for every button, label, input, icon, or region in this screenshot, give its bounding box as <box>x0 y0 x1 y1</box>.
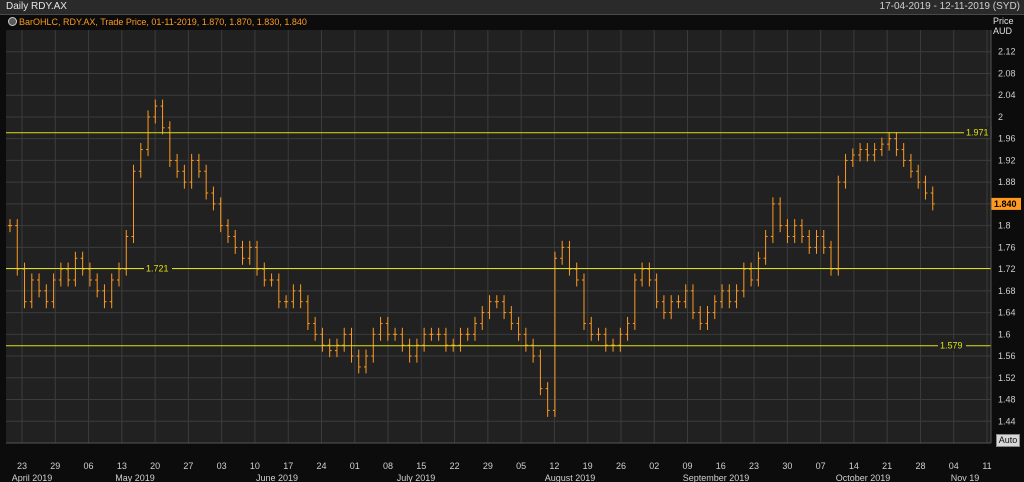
month-label: Nov 19 <box>951 473 980 482</box>
level-label: 1.721 <box>146 264 169 274</box>
x-tick-label: 05 <box>516 461 526 471</box>
x-tick-label: 30 <box>782 461 792 471</box>
x-tick-label: 22 <box>450 461 460 471</box>
y-tick-label: 1.88 <box>998 177 1016 187</box>
month-label: October 2019 <box>836 473 891 482</box>
level-label: 1.971 <box>966 128 989 138</box>
x-tick-label: 26 <box>616 461 626 471</box>
x-tick-label: 15 <box>416 461 426 471</box>
circle-icon[interactable] <box>8 17 17 26</box>
month-label: April 2019 <box>12 473 53 482</box>
x-tick-label: 19 <box>583 461 593 471</box>
y-tick-label: 1.68 <box>998 286 1016 296</box>
x-tick-label: 23 <box>749 461 759 471</box>
x-tick-label: 20 <box>150 461 160 471</box>
window-titlebar: Daily RDY.AX 17-04-2019 - 12-11-2019 (SY… <box>0 0 1024 15</box>
legend-text: BarOHLC, RDY.AX, Trade Price, 01-11-2019… <box>19 17 307 27</box>
date-range: 17-04-2019 - 12-11-2019 (SYD) <box>879 1 1020 12</box>
x-tick-label: 02 <box>649 461 659 471</box>
x-tick-label: 23 <box>17 461 27 471</box>
plot-area <box>6 30 991 443</box>
y-tick-label: 1.6 <box>998 329 1011 339</box>
level-label: 1.579 <box>940 341 963 351</box>
x-tick-label: 04 <box>949 461 959 471</box>
x-tick-label: 01 <box>350 461 360 471</box>
auto-scale-button[interactable]: Auto <box>996 434 1020 447</box>
x-tick-label: 21 <box>882 461 892 471</box>
price-axis-header: Price AUD <box>993 16 1023 36</box>
x-tick-label: 27 <box>183 461 193 471</box>
month-label: September 2019 <box>683 473 750 482</box>
y-tick-label: 1.64 <box>998 308 1016 318</box>
y-tick-label: 2.04 <box>998 90 1016 100</box>
price-axis-unit: AUD <box>993 26 1013 36</box>
month-label: August 2019 <box>545 473 596 482</box>
x-tick-label: 16 <box>716 461 726 471</box>
y-tick-label: 1.8 <box>998 221 1011 231</box>
x-tick-label: 03 <box>217 461 227 471</box>
x-tick-label: 10 <box>250 461 260 471</box>
y-tick-label: 1.52 <box>998 373 1016 383</box>
month-label: June 2019 <box>256 473 298 482</box>
price-axis-title: Price <box>993 16 1014 26</box>
y-tick-label: 2.08 <box>998 68 1016 78</box>
x-tick-label: 07 <box>816 461 826 471</box>
x-tick-label: 09 <box>683 461 693 471</box>
x-tick-label: 14 <box>849 461 859 471</box>
month-label: July 2019 <box>397 473 436 482</box>
x-tick-label: 28 <box>915 461 925 471</box>
y-tick-label: 1.76 <box>998 242 1016 252</box>
x-tick-label: 08 <box>383 461 393 471</box>
last-price-label: 1.840 <box>994 199 1017 209</box>
x-tick-label: 29 <box>483 461 493 471</box>
x-tick-label: 11 <box>982 461 991 471</box>
y-tick-label: 1.92 <box>998 155 1016 165</box>
x-tick-label: 24 <box>316 461 326 471</box>
y-tick-label: 1.44 <box>998 416 1016 426</box>
ohlc-chart[interactable]: 2.122.082.0421.961.921.881.841.81.761.72… <box>0 15 1024 482</box>
y-tick-label: 2 <box>998 112 1003 122</box>
y-tick-label: 1.72 <box>998 264 1016 274</box>
window-title: Daily RDY.AX <box>6 1 67 12</box>
chart-legend: BarOHLC, RDY.AX, Trade Price, 01-11-2019… <box>8 16 307 28</box>
x-tick-label: 12 <box>549 461 559 471</box>
y-tick-label: 1.56 <box>998 351 1016 361</box>
month-label: May 2019 <box>115 473 155 482</box>
x-tick-label: 17 <box>283 461 293 471</box>
x-tick-label: 13 <box>117 461 127 471</box>
y-tick-label: 1.96 <box>998 134 1016 144</box>
x-tick-label: 06 <box>84 461 94 471</box>
y-tick-label: 1.48 <box>998 395 1016 405</box>
x-tick-label: 29 <box>50 461 60 471</box>
y-tick-label: 2.12 <box>998 47 1016 57</box>
